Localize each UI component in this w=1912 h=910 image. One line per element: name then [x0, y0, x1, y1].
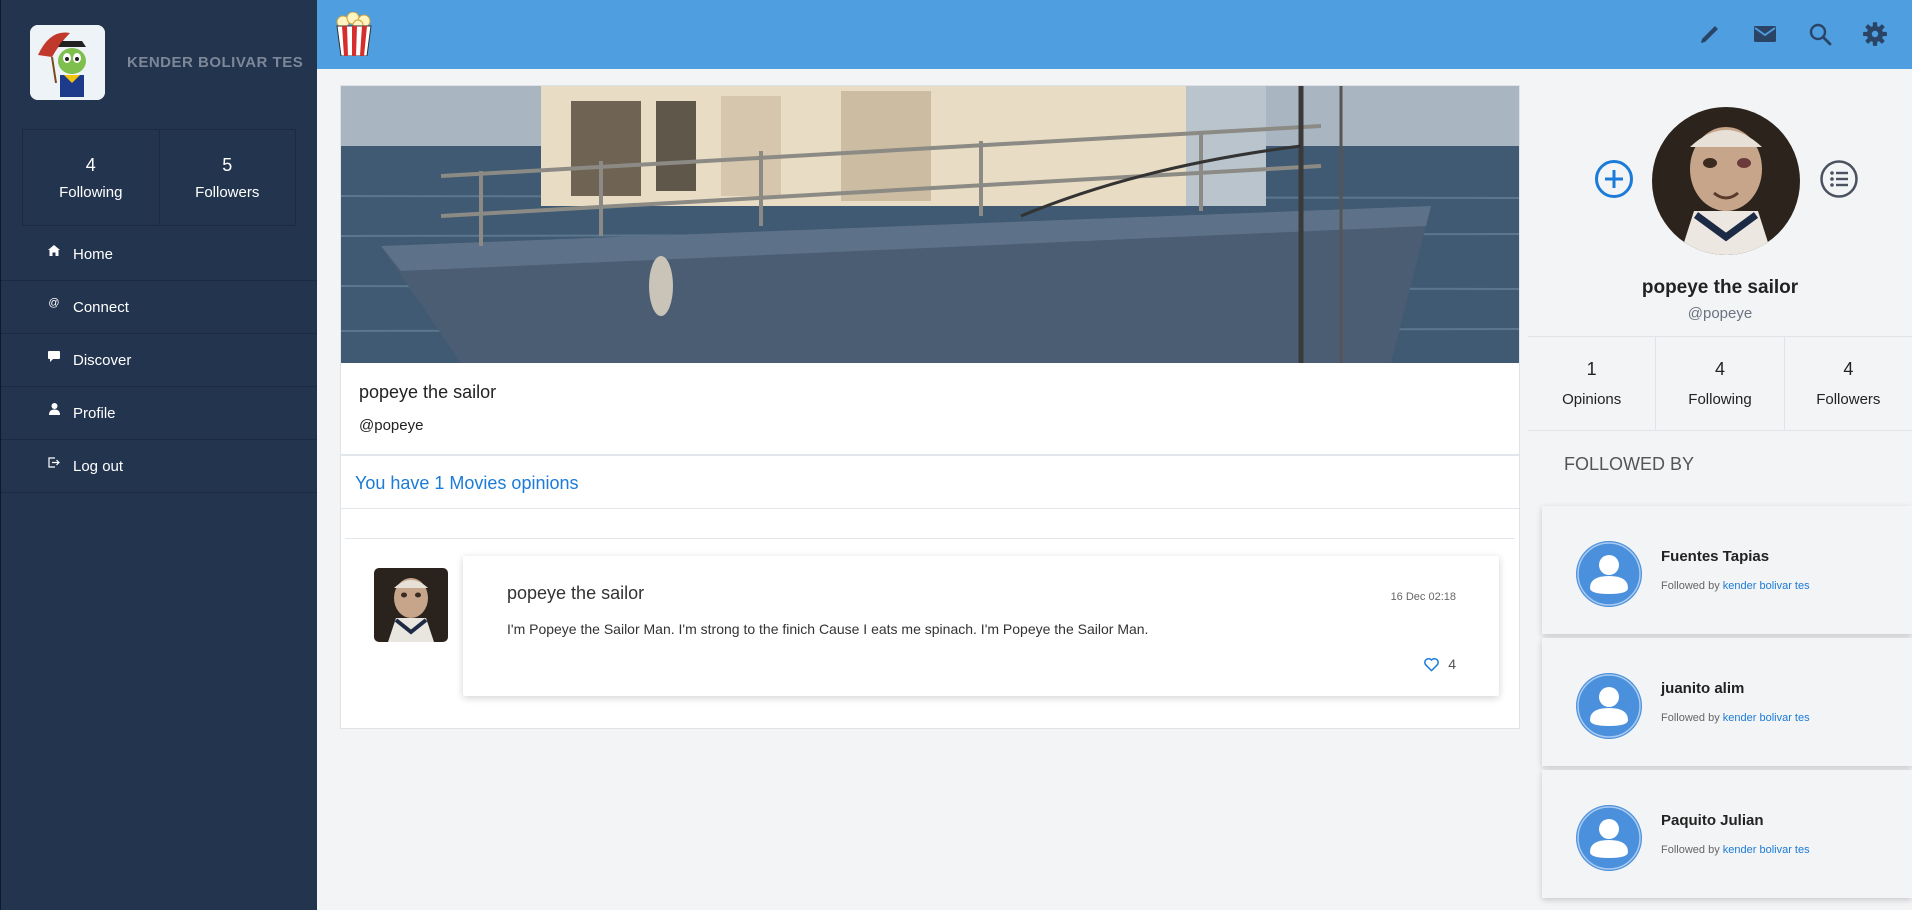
gear-icon[interactable] [1860, 19, 1890, 49]
opinions-stat[interactable]: 1 Opinions [1528, 337, 1655, 430]
post-card: popeye the sailor 16 Dec 02:18 I'm Popey… [463, 556, 1499, 696]
post-author-avatar[interactable] [374, 568, 448, 642]
sidebar: KENDER BOLIVAR TES 4 Following 5 Followe… [0, 0, 317, 910]
post-date: 16 Dec 02:18 [1390, 591, 1456, 603]
followers-stat[interactable]: 4 Followers [1783, 337, 1912, 430]
stat-number: 1 [1586, 359, 1597, 379]
user-avatar[interactable] [30, 25, 105, 100]
follower-name[interactable]: juanito alim [1661, 680, 1744, 697]
followers-stat[interactable]: 5 Followers [158, 130, 296, 225]
following-label: Following [59, 183, 123, 201]
following-stat[interactable]: 4 Following [1655, 337, 1783, 430]
post-author[interactable]: popeye the sailor [507, 583, 644, 604]
logout-icon [47, 456, 61, 468]
side-profile-name: popeye the sailor [1641, 277, 1799, 298]
sidebar-brand: KENDER BOLIVAR TES [1, 0, 317, 125]
sidebar-item-label: Log out [73, 457, 124, 475]
user-name: KENDER BOLIVAR TES [127, 54, 304, 71]
followers-count: 5 [222, 154, 233, 175]
stat-label: Opinions [1562, 391, 1622, 408]
chat-icon [47, 350, 61, 362]
followed-by-link[interactable]: kender bolivar tes [1723, 844, 1810, 856]
sidebar-nav: Home @ Connect Discover Profile Log out [1, 228, 317, 493]
opinions-link[interactable]: You have 1 Movies opinions [355, 473, 579, 493]
stat-number: 4 [1843, 359, 1854, 379]
like-count: 4 [1448, 656, 1456, 672]
follower-card[interactable]: juanito alim Followed by kender bolivar … [1542, 638, 1912, 766]
sidebar-item-profile[interactable]: Profile [1, 387, 317, 440]
followed-by-prefix: Followed by [1661, 712, 1720, 724]
profile-side-panel: popeye the sailor @popeye 1 Opinions 4 F… [1528, 69, 1912, 910]
stat-label: Followers [1816, 391, 1881, 408]
followed-by-link[interactable]: kender bolivar tes [1723, 712, 1810, 724]
at-icon: @ [48, 297, 60, 309]
sidebar-item-label: Home [73, 245, 114, 263]
followers-label: Followers [195, 183, 260, 201]
cover-image [341, 86, 1519, 363]
sidebar-item-home[interactable]: Home [1, 228, 317, 281]
stat-label: Following [1688, 391, 1752, 408]
side-profile-avatar[interactable] [1652, 107, 1800, 255]
heart-icon [1424, 657, 1440, 671]
follower-subtitle: Followed by kender bolivar tes [1661, 580, 1810, 592]
following-stat[interactable]: 4 Following [23, 130, 159, 225]
follower-name[interactable]: Fuentes Tapias [1661, 548, 1769, 565]
like-button[interactable]: 4 [1423, 656, 1456, 672]
follower-subtitle: Followed by kender bolivar tes [1661, 844, 1810, 856]
follower-name[interactable]: Paquito Julian [1661, 812, 1764, 829]
sidebar-item-label: Connect [73, 298, 129, 316]
followed-by-prefix: Followed by [1661, 580, 1720, 592]
profile-main: popeye the sailor @popeye You have 1 Mov… [340, 85, 1520, 729]
popcorn-icon[interactable] [334, 11, 374, 57]
follower-subtitle: Followed by kender bolivar tes [1661, 712, 1810, 724]
search-icon[interactable] [1805, 19, 1835, 49]
follower-card[interactable]: Paquito Julian Followed by kender boliva… [1542, 770, 1912, 898]
top-actions [1670, 19, 1890, 49]
follower-card[interactable]: Fuentes Tapias Followed by kender boliva… [1542, 506, 1912, 634]
sidebar-item-discover[interactable]: Discover [1, 334, 317, 387]
user-stats: 4 Following 5 Followers [22, 129, 296, 226]
opinions-bar: You have 1 Movies opinions [341, 456, 1519, 509]
default-avatar-icon [1576, 541, 1642, 607]
profile-handle: @popeye [359, 417, 424, 434]
followed-by-prefix: Followed by [1661, 844, 1720, 856]
side-profile-stats: 1 Opinions 4 Following 4 Followers [1528, 336, 1912, 431]
followed-by-link[interactable]: kender bolivar tes [1723, 580, 1810, 592]
pencil-icon[interactable] [1695, 19, 1725, 49]
default-avatar-icon [1576, 673, 1642, 739]
sidebar-item-connect[interactable]: @ Connect [1, 281, 317, 334]
list-icon[interactable] [1819, 159, 1859, 199]
stat-number: 4 [1714, 359, 1725, 379]
opinion-post: popeye the sailor 16 Dec 02:18 I'm Popey… [341, 539, 1519, 696]
home-icon [47, 244, 61, 256]
post-text: I'm Popeye the Sailor Man. I'm strong to… [507, 621, 1149, 637]
follow-add-icon[interactable] [1594, 159, 1634, 199]
person-icon [47, 403, 61, 415]
following-count: 4 [85, 154, 96, 175]
top-bar [317, 0, 1912, 69]
sidebar-item-logout[interactable]: Log out [1, 440, 317, 493]
side-profile-handle: @popeye [1687, 305, 1753, 322]
sidebar-item-label: Profile [73, 404, 116, 422]
mail-icon[interactable] [1750, 19, 1780, 49]
sidebar-item-label: Discover [73, 351, 132, 369]
side-profile-header: popeye the sailor @popeye [1528, 69, 1912, 334]
profile-header: popeye the sailor @popeye [341, 363, 1519, 456]
default-avatar-icon [1576, 805, 1642, 871]
followed-by-title: FOLLOWED BY [1564, 454, 1695, 474]
profile-name: popeye the sailor [359, 382, 497, 402]
